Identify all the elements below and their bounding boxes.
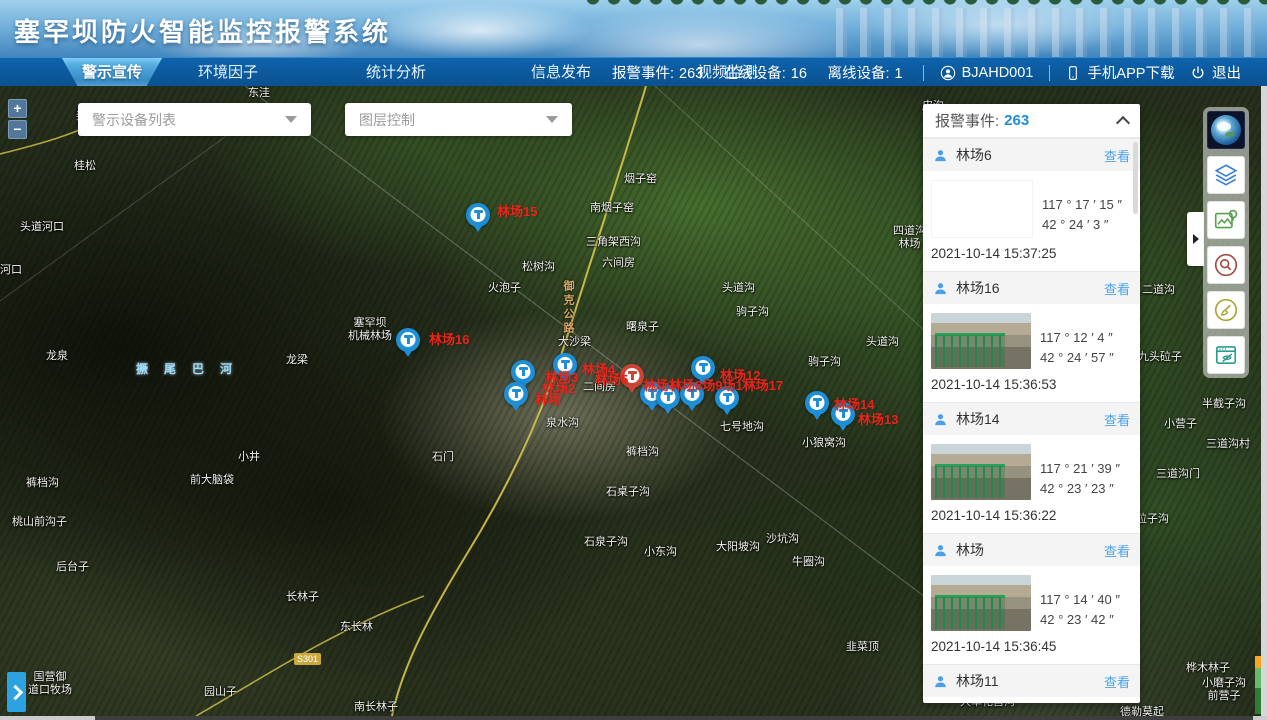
map-marker-pin[interactable] xyxy=(511,360,535,384)
alarm-timestamp: 2021-10-14 15:36:53 xyxy=(923,369,1140,402)
search-circle-icon xyxy=(1213,252,1239,278)
alarm-item-header[interactable]: 林场11 查看 xyxy=(923,664,1140,697)
alarm-panel-title: 报警事件: xyxy=(935,110,999,131)
layers-button[interactable] xyxy=(1207,156,1245,194)
alarm-thumbnail[interactable] xyxy=(931,180,1033,238)
marker-label: 林场12 xyxy=(720,365,760,384)
layers-icon xyxy=(1213,162,1239,188)
map-marker-pin[interactable] xyxy=(396,328,420,352)
zoom-out-button[interactable]: − xyxy=(8,120,27,139)
alarm-item-name: 林场6 xyxy=(956,145,992,165)
marker-label: 林场 xyxy=(535,389,561,408)
alarm-item-name: 林场 xyxy=(956,540,984,560)
hide-window-button[interactable] xyxy=(1207,336,1245,374)
view-link[interactable]: 查看 xyxy=(1104,672,1130,691)
alarm-item-name: 林场14 xyxy=(956,409,1000,429)
chevron-right-icon xyxy=(7,684,23,700)
user-icon xyxy=(933,674,948,689)
right-scroll-strip[interactable] xyxy=(1261,86,1267,716)
alarm-item-body: 117 ° 14 ′ 40 ″42 ° 23 ′ 42 ″ xyxy=(923,566,1140,631)
map-toolbar xyxy=(1203,107,1249,378)
alarm-events-panel: 报警事件: 263 林场6 查看 117 ° 17 ′ 15 ″42 ° 24 ′ … xyxy=(923,104,1140,703)
user-icon xyxy=(933,148,948,163)
view-link[interactable]: 查看 xyxy=(1104,146,1130,165)
layer-control-dropdown[interactable]: 图层控制 xyxy=(345,103,572,136)
marker-label: 林场5 xyxy=(595,369,628,388)
alarm-thumbnail[interactable] xyxy=(931,575,1031,631)
sidebar-expand-button[interactable] xyxy=(7,672,26,712)
toolbar-collapse-handle[interactable] xyxy=(1187,212,1204,266)
marker-label: 林场16 xyxy=(429,329,469,348)
view-link[interactable]: 查看 xyxy=(1104,410,1130,429)
user-icon xyxy=(933,543,948,558)
map-marker-pin[interactable] xyxy=(504,382,528,406)
marker-label: 林场林场8场9场1林场17 xyxy=(643,375,783,394)
clear-button[interactable] xyxy=(1207,291,1245,329)
app-window: 塞罕坝防火智能监控报警系统 警示宣传环境因子统计分析信息发布视频监测 报警事件:… xyxy=(0,0,1267,720)
search-button[interactable] xyxy=(1207,246,1245,284)
alarm-list: 林场6查看117 ° 17 ′ 15 ″42 ° 24 ′ 3 ″2021-10… xyxy=(923,138,1140,703)
alarm-coordinates: 117 ° 17 ′ 15 ″42 ° 24 ′ 3 ″ xyxy=(1042,180,1122,238)
broom-icon xyxy=(1213,297,1239,323)
alarm-item-body: 117 ° 21 ′ 39 ″42 ° 23 ′ 23 ″ xyxy=(923,435,1140,500)
marker-label: 林场15 xyxy=(497,201,537,220)
basemap-globe-button[interactable] xyxy=(1207,111,1245,149)
alarm-coordinates: 117 ° 14 ′ 40 ″42 ° 23 ′ 42 ″ xyxy=(1040,575,1120,631)
alarm-item: 林场11 查看 117 ° 18 ′ 2 ″ xyxy=(923,664,1140,703)
alarm-item-body: 117 ° 18 ′ 2 ″ xyxy=(923,697,1140,703)
alarm-item-body: 117 ° 17 ′ 15 ″42 ° 24 ′ 3 ″ xyxy=(923,171,1140,238)
alarm-timestamp: 2021-10-14 15:36:45 xyxy=(923,631,1140,664)
mini-scale-bar xyxy=(1255,656,1261,714)
alarm-timestamp: 2021-10-14 15:36:22 xyxy=(923,500,1140,533)
view-link[interactable]: 查看 xyxy=(1104,541,1130,560)
user-icon xyxy=(933,412,948,427)
alarm-coordinates: 117 ° 21 ′ 39 ″42 ° 23 ′ 23 ″ xyxy=(1040,444,1120,500)
alarm-item-name: 林场11 xyxy=(956,671,999,691)
bottom-edge-bar xyxy=(0,716,1267,720)
alarm-timestamp: 2021-10-14 15:37:25 xyxy=(923,238,1140,271)
alarm-item: 林场 查看 117 ° 14 ′ 40 ″42 ° 23 ′ 42 ″2021-10… xyxy=(923,533,1140,664)
alarm-count: 263 xyxy=(1004,112,1029,129)
chevron-down-icon xyxy=(546,116,558,123)
alarm-item-body: 117 ° 12 ′ 4 ″42 ° 24 ′ 57 ″ xyxy=(923,304,1140,369)
view-link[interactable]: 查看 xyxy=(1104,279,1130,298)
alarm-item-header[interactable]: 林场 查看 xyxy=(923,533,1140,566)
marker-label: 林场13 xyxy=(858,409,898,428)
alarm-thumbnail[interactable] xyxy=(931,444,1031,500)
map-marker-pin[interactable] xyxy=(805,391,829,415)
map-annotation-button[interactable] xyxy=(1207,201,1245,239)
alarm-item: 林场14 查看 117 ° 21 ′ 39 ″42 ° 23 ′ 23 ″2021-… xyxy=(923,402,1140,533)
alarm-item-header[interactable]: 林场16 查看 xyxy=(923,271,1140,304)
alarm-item-name: 林场16 xyxy=(956,278,1000,298)
zoom-in-button[interactable]: + xyxy=(8,99,27,118)
alarm-thumbnail[interactable] xyxy=(931,313,1031,369)
collapse-panel-icon[interactable] xyxy=(1116,115,1130,129)
panel-scrollbar-thumb[interactable] xyxy=(1133,142,1138,214)
arrow-right-icon xyxy=(1193,234,1199,244)
device-list-placeholder: 警示设备列表 xyxy=(92,110,176,130)
alarm-item-header[interactable]: 林场6 查看 xyxy=(923,138,1140,171)
device-list-dropdown[interactable]: 警示设备列表 xyxy=(78,103,311,136)
alarm-item-header[interactable]: 林场14 查看 xyxy=(923,402,1140,435)
map-zoom-control: + − xyxy=(8,99,27,141)
user-icon xyxy=(933,281,948,296)
chevron-down-icon xyxy=(285,116,297,123)
map-pin-icon xyxy=(1213,207,1239,233)
alarm-item: 林场6 查看 117 ° 17 ′ 15 ″42 ° 24 ′ 3 ″2021-10… xyxy=(923,138,1140,271)
alarm-coordinates: 117 ° 12 ′ 4 ″42 ° 24 ′ 57 ″ xyxy=(1040,313,1114,369)
window-eye-off-icon xyxy=(1213,342,1239,368)
map-marker-pin[interactable] xyxy=(466,203,490,227)
alarm-item: 林场16 查看 117 ° 12 ′ 4 ″42 ° 24 ′ 57 ″2021-1… xyxy=(923,271,1140,402)
layer-control-placeholder: 图层控制 xyxy=(359,110,415,130)
alarm-panel-header[interactable]: 报警事件: 263 xyxy=(923,104,1140,138)
